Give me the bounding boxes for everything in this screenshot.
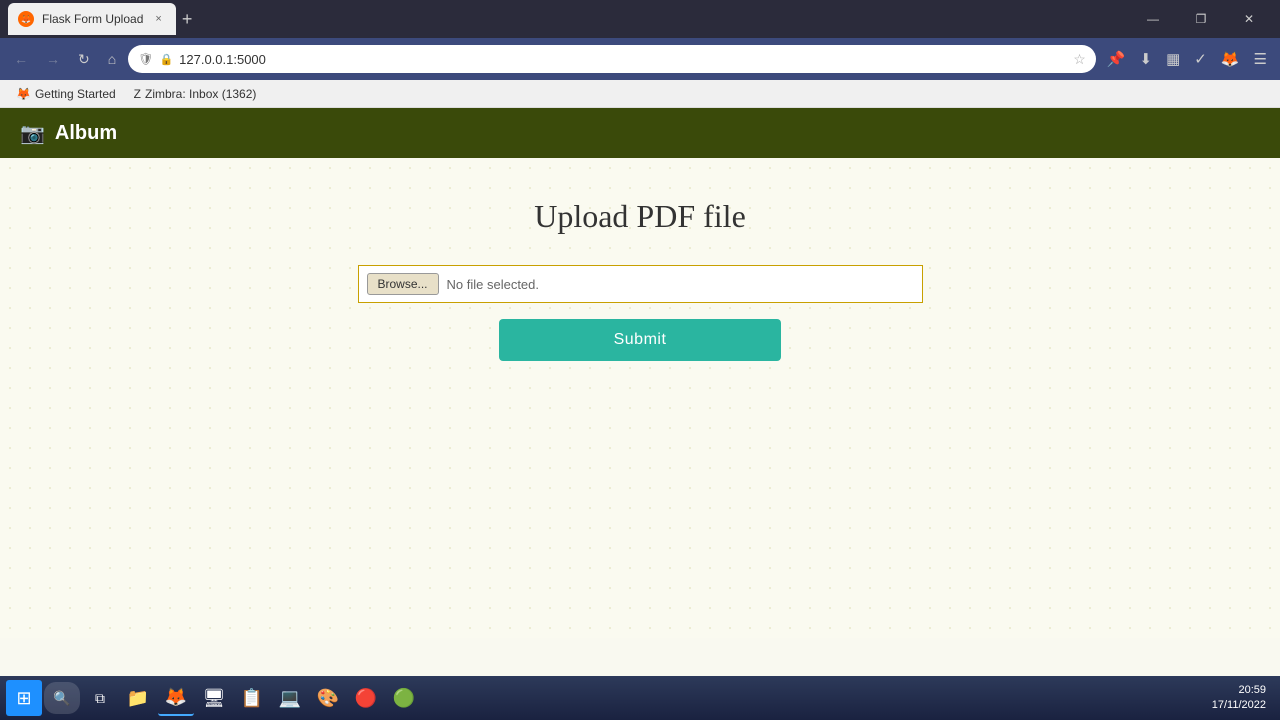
nav-bar: ← → ↻ ⌂ 🛡 🔒 127.0.0.1:5000 ☆ 📌 ⬇ ▦ ✓ 🦊 ☰ <box>0 38 1280 80</box>
back-button[interactable]: ← <box>8 47 34 71</box>
address-bar[interactable]: 🛡 🔒 127.0.0.1:5000 ☆ <box>128 45 1096 73</box>
taskbar-app-5[interactable]: 🔴 <box>348 680 384 716</box>
bookmark-star-icon[interactable]: ☆ <box>1073 51 1086 68</box>
submit-button[interactable]: Submit <box>499 319 781 361</box>
download-icon[interactable]: ⬇ <box>1135 46 1158 72</box>
file-input-wrapper: Browse... No file selected. <box>358 265 923 303</box>
restore-button[interactable]: ❐ <box>1178 4 1224 34</box>
clock-time: 20:59 <box>1212 683 1266 698</box>
bookmark-label-getting-started: Getting Started <box>35 87 116 101</box>
app-header-title: Album <box>55 122 117 145</box>
taskbar-app-4[interactable]: 🎨 <box>310 680 346 716</box>
file-name-display: No file selected. <box>447 277 540 292</box>
bookmark-zimbra[interactable]: Z Zimbra: Inbox (1362) <box>128 85 263 103</box>
bookmark-getting-started[interactable]: 🦊 Getting Started <box>10 85 122 103</box>
taskbar-app-3[interactable]: 💻 <box>272 680 308 716</box>
tab-close-button[interactable]: × <box>151 11 165 27</box>
file-explorer-button[interactable]: 📁 <box>120 680 156 716</box>
task-view-button[interactable]: ⧉ <box>82 680 118 716</box>
taskbar-app-1[interactable]: 🖥 <box>196 680 232 716</box>
bookmark-label-zimbra: Zimbra: Inbox (1362) <box>145 87 256 101</box>
window-controls: — ❐ ✕ <box>1130 4 1272 34</box>
extension-icon[interactable]: ✓ <box>1189 46 1212 72</box>
taskbar-app-6[interactable]: 🟢 <box>386 680 422 716</box>
shield-icon: 🛡 <box>138 52 153 66</box>
home-button[interactable]: ⌂ <box>102 47 122 71</box>
refresh-button[interactable]: ↻ <box>72 47 96 72</box>
bookmarks-bar: 🦊 Getting Started Z Zimbra: Inbox (1362) <box>0 80 1280 108</box>
pocket-icon[interactable]: 📌 <box>1102 46 1131 72</box>
taskbar: ⊞ 🔍 ⧉ 📁 🦊 🖥 📋 💻 🎨 🔴 🟢 20:59 17/11/2022 <box>0 676 1280 720</box>
tab-bar: 🦊 Flask Form Upload × + <box>8 0 1126 38</box>
hamburger-menu-icon[interactable]: ☰ <box>1249 46 1272 72</box>
tab-title: Flask Form Upload <box>42 12 143 26</box>
firefox-account-icon[interactable]: 🦊 <box>1216 46 1245 72</box>
browse-button[interactable]: Browse... <box>367 273 439 295</box>
bookmark-icon-zimbra: Z <box>134 87 141 101</box>
taskbar-clock: 20:59 17/11/2022 <box>1212 683 1274 714</box>
bookmark-icon-firefox: 🦊 <box>16 87 31 101</box>
nav-right-icons: 📌 ⬇ ▦ ✓ 🦊 ☰ <box>1102 46 1272 72</box>
page-content: Upload PDF file Browse... No file select… <box>0 158 1280 638</box>
close-button[interactable]: ✕ <box>1226 4 1272 34</box>
lock-icon: 🔒 <box>159 53 173 66</box>
title-bar: 🦊 Flask Form Upload × + — ❐ ✕ <box>0 0 1280 38</box>
forward-button[interactable]: → <box>40 47 66 71</box>
minimize-button[interactable]: — <box>1130 4 1176 34</box>
page-title: Upload PDF file <box>534 198 746 235</box>
url-text[interactable]: 127.0.0.1:5000 <box>179 52 1067 67</box>
taskbar-app-2[interactable]: 📋 <box>234 680 270 716</box>
sidebar-icon[interactable]: ▦ <box>1161 46 1185 72</box>
tab-favicon: 🦊 <box>18 11 34 27</box>
app-header: 📷 Album <box>0 108 1280 158</box>
taskbar-search-button[interactable]: 🔍 <box>44 682 80 714</box>
new-tab-button[interactable]: + <box>182 9 193 30</box>
firefox-taskbar-button[interactable]: 🦊 <box>158 680 194 716</box>
app-header-camera-icon: 📷 <box>20 121 45 146</box>
clock-date: 17/11/2022 <box>1212 698 1266 713</box>
start-button[interactable]: ⊞ <box>6 680 42 716</box>
active-tab[interactable]: 🦊 Flask Form Upload × <box>8 3 176 35</box>
